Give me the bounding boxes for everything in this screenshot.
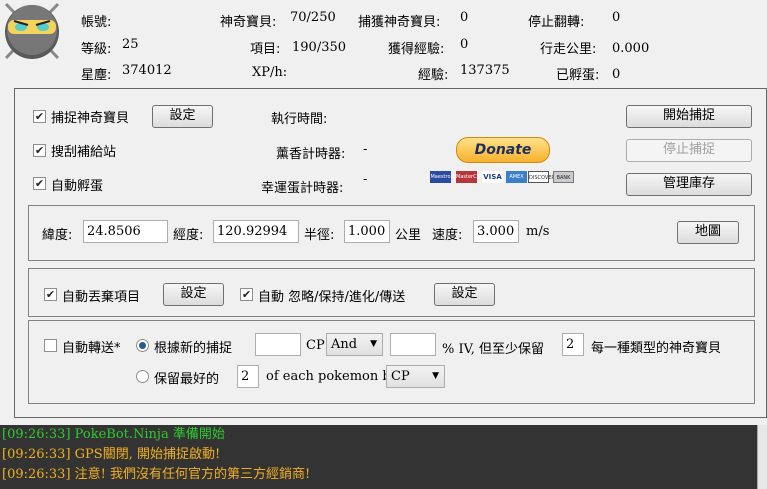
- chevron-down-icon: ▼: [370, 339, 377, 349]
- keep-best-label: 保留最好的: [154, 372, 220, 387]
- catch-label: 捕捉神奇寶貝: [51, 111, 130, 126]
- stops-value: 0: [612, 10, 621, 25]
- each-type-label: 每一種類型的神奇寶貝: [591, 341, 722, 356]
- auto-evolve-checkbox[interactable]: ✔: [240, 288, 253, 301]
- ninja-avatar: [0, 0, 64, 62]
- radius-input[interactable]: 1.000: [344, 220, 390, 243]
- km-value: 0.000: [612, 41, 650, 56]
- hatch-checkbox[interactable]: ✔: [33, 177, 46, 190]
- mastercard-icon: MasterCard: [456, 171, 485, 183]
- gained-xp-value: 0: [460, 37, 469, 52]
- longitude-input[interactable]: 120.92994: [213, 220, 299, 243]
- auto-transfer-label: 自動轉送*: [62, 341, 121, 356]
- lucky-egg-value: -: [363, 172, 368, 187]
- evolve-settings-button[interactable]: 設定: [434, 283, 495, 306]
- xp-label: 經驗:: [418, 68, 449, 83]
- operator-select[interactable]: And ▼: [326, 333, 383, 356]
- auto-discard-checkbox[interactable]: ✔: [44, 288, 57, 301]
- latitude-label: 緯度:: [42, 228, 73, 243]
- caught-label: 捕獲神奇寶貝:: [358, 15, 441, 30]
- gained-xp-label: 獲得經驗:: [388, 42, 445, 57]
- pokestop-label: 搜刮補給站: [51, 145, 117, 160]
- keep-min-input[interactable]: 2: [562, 333, 584, 356]
- latitude-input[interactable]: 24.8506: [83, 220, 168, 243]
- catch-checkbox[interactable]: ✔: [33, 110, 46, 123]
- incense-value: -: [363, 142, 368, 157]
- runtime-label: 執行時間:: [271, 112, 328, 127]
- by-new-catch-radio[interactable]: [136, 339, 149, 352]
- visa-icon: VISA: [482, 171, 503, 183]
- auto-discard-label: 自動丟棄項目: [62, 290, 141, 305]
- xph-label: XP/h:: [252, 65, 288, 80]
- speed-unit: m/s: [526, 224, 550, 239]
- stops-label: 停止翻轉:: [528, 15, 585, 30]
- iv-label: % IV, 但至少保留: [442, 342, 545, 357]
- speed-label: 速度:: [432, 228, 463, 243]
- discover-icon: DISCOVER: [528, 171, 555, 183]
- operator-value: And: [331, 337, 358, 352]
- level-label: 等級:: [81, 42, 112, 57]
- discard-settings-button[interactable]: 設定: [163, 283, 224, 306]
- cp-label: CP: [306, 338, 325, 353]
- account-label: 帳號:: [81, 15, 112, 30]
- by-new-catch-label: 根據新的捕捉: [154, 341, 233, 356]
- longitude-label: 經度:: [173, 228, 204, 243]
- auto-evolve-label: 自動 忽略/保持/進化/傳送: [258, 290, 406, 305]
- rank-by-value: CP: [391, 369, 410, 384]
- amex-icon: AMEX: [506, 171, 527, 183]
- items-label: 項目:: [250, 42, 281, 57]
- hatched-value: 0: [612, 67, 621, 82]
- of-each-label: of each pokemon by: [266, 369, 399, 384]
- auto-transfer-checkbox[interactable]: [44, 339, 57, 352]
- chevron-down-icon: ▼: [432, 371, 439, 381]
- cp-input[interactable]: [255, 333, 301, 356]
- hatch-label: 自動孵蛋: [51, 179, 104, 194]
- log-line: [09:26:33] 注意! 我們沒有任何官方的第三方經銷商!: [2, 467, 311, 482]
- hatched-label: 已孵蛋:: [556, 68, 600, 83]
- rank-by-select[interactable]: CP ▼: [386, 365, 445, 388]
- caught-value: 0: [460, 10, 469, 25]
- donate-button[interactable]: Donate: [456, 137, 550, 163]
- pokemon-label: 神奇寶貝:: [220, 15, 277, 30]
- iv-input[interactable]: [390, 333, 436, 356]
- keep-best-input[interactable]: 2: [237, 365, 259, 388]
- pokemon-value: 70/250: [290, 10, 336, 25]
- items-value: 190/350: [292, 40, 347, 55]
- keep-best-radio[interactable]: [136, 370, 149, 383]
- level-value: 25: [122, 37, 139, 52]
- xp-value: 137375: [460, 63, 510, 78]
- catch-settings-button[interactable]: 設定: [152, 105, 213, 128]
- speed-input[interactable]: 3.000: [473, 220, 519, 243]
- maestro-card-icon: Maestro: [430, 171, 451, 183]
- log-line: [09:26:33] GPS關閉, 開始捕捉啟動!: [2, 447, 221, 462]
- pokestop-checkbox[interactable]: ✔: [33, 144, 46, 157]
- start-catch-button[interactable]: 開始捕捉: [626, 105, 752, 128]
- radius-label: 半徑:: [304, 228, 335, 243]
- radius-unit: 公里: [395, 228, 422, 243]
- log-scrollbar[interactable]: [757, 425, 767, 489]
- incense-label: 薰香計時器:: [276, 147, 346, 162]
- stop-catch-button[interactable]: 停止捕捉: [626, 139, 752, 162]
- map-button[interactable]: 地圖: [677, 221, 739, 244]
- log-panel: [09:26:33] PokeBot.Ninja 準備開始 [09:26:33]…: [0, 425, 757, 489]
- stardust-label: 星塵:: [81, 68, 112, 83]
- stardust-value: 374012: [122, 63, 172, 78]
- bank-icon: BANK: [553, 171, 574, 183]
- lucky-egg-label: 幸運蛋計時器:: [261, 181, 344, 196]
- km-label: 行走公里:: [540, 42, 597, 57]
- manage-inventory-button[interactable]: 管理庫存: [626, 173, 752, 196]
- log-line: [09:26:33] PokeBot.Ninja 準備開始: [2, 427, 225, 442]
